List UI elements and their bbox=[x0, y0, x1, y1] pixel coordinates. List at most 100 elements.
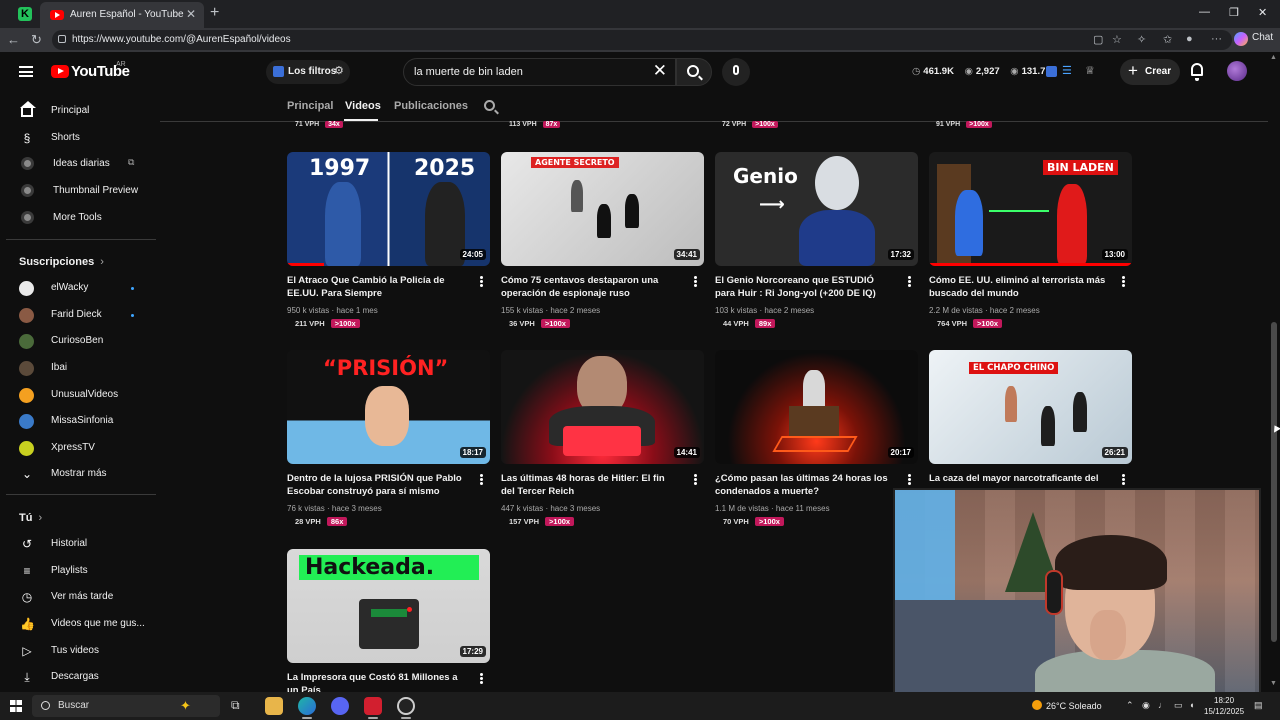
reload-icon[interactable]: ↻ bbox=[31, 32, 42, 48]
sidebar-item-watch-later[interactable]: ◷ Ver más tarde bbox=[0, 584, 158, 610]
sidebar-subscription[interactable]: Ibai bbox=[0, 355, 158, 381]
close-tab-icon[interactable]: ✕ bbox=[186, 7, 196, 21]
video-title[interactable]: La caza del mayor narcotraficante del bbox=[929, 472, 1109, 485]
sidebar-subscription[interactable]: CuriosoBen bbox=[0, 328, 158, 354]
tab-videos[interactable]: Videos bbox=[345, 100, 381, 112]
favorite-star-icon[interactable]: ☆ bbox=[1112, 33, 1122, 46]
video-title[interactable]: El Genio Norcoreano que ESTUDIÓ para Hui… bbox=[715, 274, 895, 300]
video-title[interactable]: El Atraco Que Cambió la Policía de EE.UU… bbox=[287, 274, 467, 300]
taskbar-clock[interactable]: 18:20 15/12/2025 bbox=[1204, 695, 1244, 717]
video-thumbnail[interactable]: EL CHAPO CHINO 26:21 bbox=[929, 350, 1132, 464]
page-scrollbar[interactable]: ▲ ▼ bbox=[1268, 52, 1280, 692]
extension-icon[interactable] bbox=[1046, 66, 1057, 77]
sidebar-subscription[interactable]: Farid Dieck bbox=[0, 302, 158, 328]
taskbar-search[interactable]: Buscar ✦ bbox=[32, 695, 220, 717]
extensions-icon[interactable]: ✧ bbox=[1137, 33, 1146, 46]
sidebar-item-shorts[interactable]: § Shorts bbox=[0, 125, 158, 151]
obs-icon[interactable] bbox=[397, 697, 415, 715]
tab-publicaciones[interactable]: Publicaciones bbox=[394, 100, 468, 112]
subscriptions-heading[interactable]: Suscripciones › bbox=[19, 256, 104, 268]
more-actions-icon[interactable] bbox=[908, 474, 911, 485]
sidebar-item-principal[interactable]: Principal bbox=[0, 98, 158, 124]
profile-icon[interactable]: ● bbox=[1186, 33, 1193, 45]
sidebar-item-thumbnail-preview[interactable]: Thumbnail Preview bbox=[0, 178, 158, 204]
notifications-icon[interactable]: ▤ bbox=[1254, 700, 1263, 711]
search-input[interactable]: la muerte de bin laden ✕ bbox=[403, 58, 676, 86]
more-actions-icon[interactable] bbox=[694, 474, 697, 485]
tab-principal[interactable]: Principal bbox=[287, 100, 333, 112]
video-thumbnail[interactable]: Hackeada. 17:29 bbox=[287, 549, 490, 663]
more-actions-icon[interactable] bbox=[480, 276, 483, 287]
scroll-up-icon[interactable]: ▲ bbox=[1270, 54, 1277, 61]
volume-icon[interactable]: ◖ bbox=[1189, 700, 1194, 710]
file-explorer-icon[interactable] bbox=[265, 697, 283, 715]
video-title[interactable]: ¿Cómo pasan las últimas 24 horas los con… bbox=[715, 472, 895, 498]
site-info-icon[interactable] bbox=[58, 35, 66, 43]
task-view-icon[interactable]: ⧉ bbox=[231, 698, 249, 716]
sidebar-subscription[interactable]: XpressTV bbox=[0, 435, 158, 461]
more-actions-icon[interactable] bbox=[908, 276, 911, 287]
sidebar-item-more-tools[interactable]: More Tools bbox=[0, 205, 158, 231]
favorites-icon[interactable]: ✩ bbox=[1163, 33, 1172, 46]
show-more-button[interactable]: ⌄ Mostrar más bbox=[0, 461, 158, 487]
trophy-extension-icon[interactable]: ♕ bbox=[1085, 64, 1095, 77]
tray-mic-icon[interactable]: ♩ bbox=[1158, 700, 1167, 710]
video-thumbnail[interactable]: AGENTE SECRETO 34:41 bbox=[501, 152, 704, 266]
edge-icon[interactable] bbox=[298, 697, 316, 715]
video-title[interactable]: Cómo EE. UU. eliminó al terrorista más b… bbox=[929, 274, 1109, 300]
tray-overflow-icon[interactable]: ⌃ bbox=[1126, 700, 1134, 711]
sidebar-item-history[interactable]: ↺ Historial bbox=[0, 531, 158, 557]
sidebar-subscription[interactable]: MissaSinfonia bbox=[0, 408, 158, 434]
menu-icon[interactable] bbox=[19, 66, 33, 77]
video-title[interactable]: Dentro de la lujosa PRISIÓN que Pablo Es… bbox=[287, 472, 467, 498]
video-thumbnail[interactable]: Genio ⟶ 17:32 bbox=[715, 152, 918, 266]
notifications-bell-icon[interactable] bbox=[1191, 63, 1203, 81]
video-title[interactable]: Cómo 75 centavos destaparon una operació… bbox=[501, 274, 681, 300]
create-button[interactable]: + Crear bbox=[1120, 59, 1180, 85]
maximize-icon[interactable]: ❐ bbox=[1229, 6, 1239, 19]
scroll-down-icon[interactable]: ▼ bbox=[1270, 680, 1277, 687]
minimize-icon[interactable]: — bbox=[1199, 6, 1210, 18]
sidebar-item-your-videos[interactable]: ▷ Tus videos bbox=[0, 638, 158, 664]
sidebar-subscription[interactable]: elWacky bbox=[0, 275, 158, 301]
channel-search-icon[interactable] bbox=[484, 100, 495, 111]
video-thumbnail[interactable]: “PRISIÓN” 18:17 bbox=[287, 350, 490, 464]
sidebar-item-downloads[interactable]: ⤓ Descargas bbox=[0, 664, 158, 690]
app-k-icon[interactable]: K bbox=[18, 7, 32, 21]
video-thumbnail[interactable]: 1997 2025 24:05 bbox=[287, 152, 490, 266]
back-icon[interactable]: ← bbox=[7, 32, 20, 47]
more-actions-icon[interactable] bbox=[1122, 276, 1125, 287]
video-title[interactable]: Las últimas 48 horas de Hitler: El fin d… bbox=[501, 472, 681, 498]
discord-icon[interactable] bbox=[331, 697, 349, 715]
weather-widget[interactable]: 26°C Soleado bbox=[1032, 700, 1102, 711]
sidebar-item-playlists[interactable]: ≡ Playlists bbox=[0, 558, 158, 584]
copilot-icon[interactable] bbox=[1234, 32, 1248, 46]
video-thumbnail[interactable]: BIN LADEN 13:00 bbox=[929, 152, 1132, 266]
chat-label[interactable]: Chat bbox=[1252, 32, 1273, 43]
list-extension-icon[interactable]: ☰ bbox=[1062, 64, 1072, 77]
install-app-icon[interactable]: ▢ bbox=[1093, 33, 1103, 46]
browser-tab-active[interactable]: Auren Español - YouTube ✕ bbox=[40, 2, 204, 28]
close-window-icon[interactable]: ✕ bbox=[1258, 6, 1267, 19]
tray-app-icon[interactable]: ◉ bbox=[1142, 700, 1150, 711]
sidebar-item-ideas[interactable]: Ideas diarias ⧉ bbox=[0, 151, 158, 177]
youtube-app-icon[interactable] bbox=[364, 697, 382, 715]
sidebar-subscription[interactable]: UnusualVideos bbox=[0, 382, 158, 408]
filters-button[interactable]: Los filtros ⚙ bbox=[266, 60, 350, 84]
more-actions-icon[interactable] bbox=[480, 673, 483, 684]
video-thumbnail[interactable]: 20:17 bbox=[715, 350, 918, 464]
more-actions-icon[interactable] bbox=[1122, 474, 1125, 485]
new-tab-icon[interactable]: + bbox=[210, 4, 219, 22]
account-avatar[interactable] bbox=[1227, 61, 1247, 81]
search-button[interactable] bbox=[676, 58, 712, 86]
network-icon[interactable]: ▭ bbox=[1174, 700, 1183, 711]
more-actions-icon[interactable] bbox=[694, 276, 697, 287]
more-actions-icon[interactable] bbox=[480, 474, 483, 485]
clear-search-icon[interactable]: ✕ bbox=[653, 61, 667, 81]
url-field[interactable]: https://www.youtube.com/@AurenEspañol/vi… bbox=[52, 30, 1232, 50]
voice-search-button[interactable] bbox=[722, 58, 750, 86]
video-thumbnail[interactable]: 14:41 bbox=[501, 350, 704, 464]
youtube-logo-icon[interactable] bbox=[51, 65, 69, 78]
you-heading[interactable]: Tú › bbox=[19, 512, 42, 524]
windows-start-icon[interactable] bbox=[10, 700, 22, 712]
